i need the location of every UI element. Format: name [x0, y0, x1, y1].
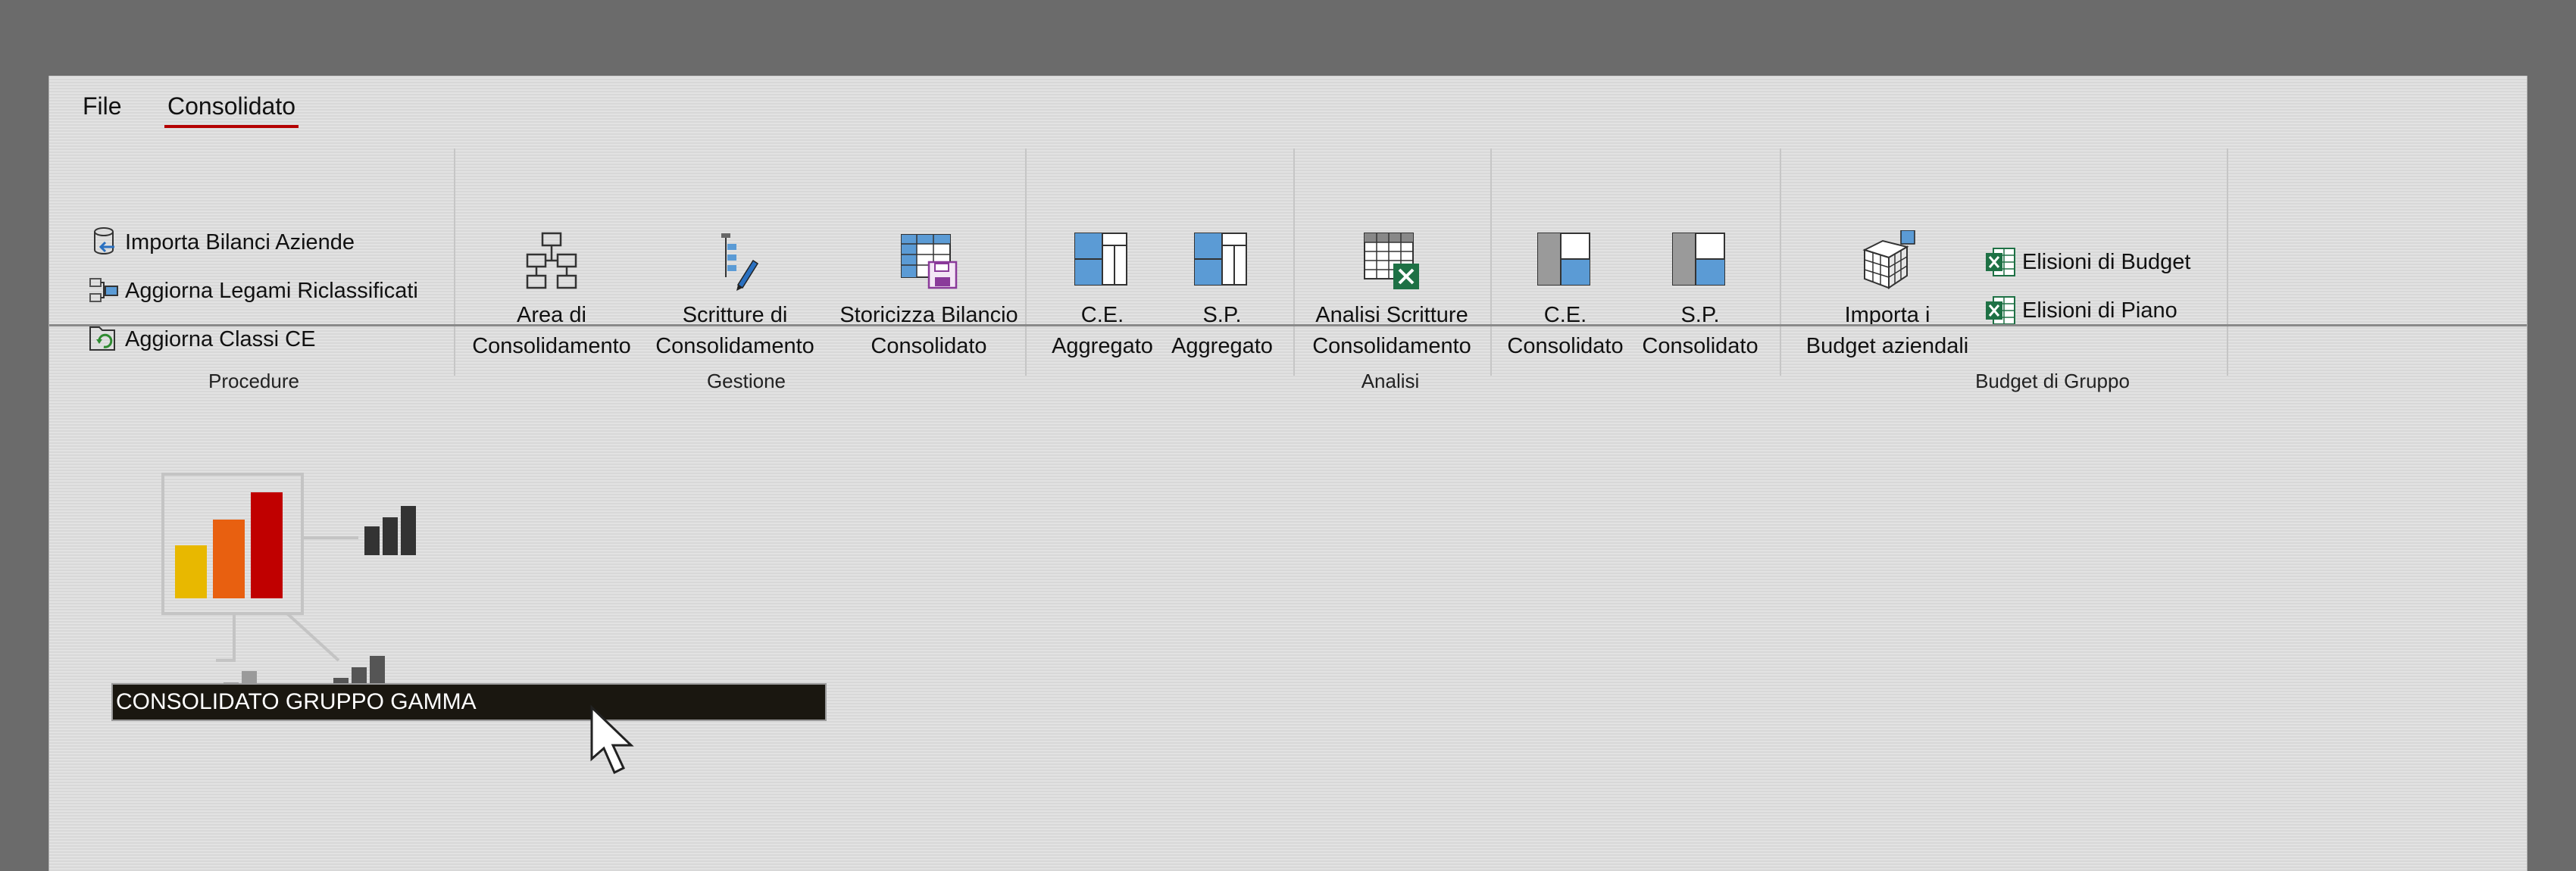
save-table-icon: [901, 234, 958, 289]
sp-aggregato-label: S.P. Aggregato: [1171, 303, 1273, 358]
sp-consolidato-label: S.P. Consolidato: [1642, 303, 1758, 358]
storicizza-bilancio-label: Storicizza Bilancio Consolidato: [839, 303, 1018, 358]
elisioni-budget-label: Elisioni di Budget: [2022, 249, 2191, 274]
separator: [1490, 148, 1492, 376]
aggregated-ce-icon: [1074, 233, 1127, 286]
aggiorna-classi-label: Aggiorna Classi CE: [125, 326, 316, 351]
analisi-scritture-label: Analisi Scritture Consolidamento: [1312, 303, 1471, 358]
journal-edit-icon: [721, 233, 759, 291]
ribbon-tabs: File Consolidato: [49, 76, 2527, 136]
import-database-icon: [94, 227, 114, 254]
group-label-budget: Budget di Gruppo: [1975, 370, 2130, 392]
ribbon: Importa Bilanci Aziende Aggiorna Legami …: [54, 141, 2522, 398]
ribbon-divider: [49, 324, 2527, 326]
importa-bilanci-label: Importa Bilanci Aziende: [125, 229, 355, 254]
separator: [454, 148, 455, 376]
tab-consolidato[interactable]: Consolidato: [164, 92, 299, 128]
refresh-classes-icon: [89, 326, 115, 351]
separator: [1293, 148, 1295, 376]
bar-mini: [364, 526, 380, 555]
importa-bilanci-aziende-button[interactable]: Importa Bilanci Aziende: [87, 221, 355, 264]
sp-consolidato-button[interactable]: S.P. Consolidato: [1636, 224, 1765, 362]
excel-icon: [1986, 296, 2015, 325]
connector-line: [286, 612, 340, 662]
update-links-icon: [89, 278, 118, 302]
group-label-gestione: Gestione: [706, 370, 786, 392]
storicizza-bilancio-button[interactable]: Storicizza Bilancio Consolidato: [827, 224, 1031, 362]
importa-budget-button[interactable]: Importa i Budget aziendali: [1796, 224, 1978, 362]
elisioni-budget-button[interactable]: Elisioni di Budget: [1984, 241, 2190, 283]
elisioni-piano-label: Elisioni di Piano: [2022, 298, 2177, 323]
ce-consolidato-button[interactable]: C.E. Consolidato: [1501, 224, 1630, 362]
aggiorna-legami-button[interactable]: Aggiorna Legami Riclassificati: [87, 270, 418, 312]
app-window: File Consolidato Importa Bilanci Aziende…: [48, 76, 2528, 871]
separator: [2227, 148, 2228, 376]
bar-orange: [213, 520, 245, 598]
bar-mini: [401, 506, 416, 555]
bar-red: [251, 492, 283, 598]
ce-aggregato-label: C.E. Aggregato: [1052, 303, 1153, 358]
ce-aggregato-button[interactable]: C.E. Aggregato: [1042, 224, 1163, 362]
tab-file[interactable]: File: [80, 92, 125, 125]
consolidated-sp-icon: [1672, 233, 1725, 286]
mouse-cursor-icon: [590, 704, 634, 775]
group-label-analisi: Analisi: [1361, 370, 1420, 392]
consolidated-ce-icon: [1537, 233, 1590, 286]
aggregated-sp-icon: [1194, 233, 1247, 286]
area-consolidamento-button[interactable]: Area di Consolidamento: [467, 224, 636, 362]
importa-budget-label: Importa i Budget aziendali: [1805, 303, 1969, 358]
analisi-scritture-button[interactable]: Analisi Scritture Consolidamento: [1301, 224, 1483, 362]
group-label-procedure: Procedure: [208, 370, 299, 392]
connector-line: [216, 613, 236, 662]
separator: [1025, 148, 1027, 376]
sp-aggregato-button[interactable]: S.P. Aggregato: [1161, 224, 1283, 362]
bar-yellow: [175, 545, 207, 598]
ce-consolidato-label: C.E. Consolidato: [1507, 303, 1624, 358]
excel-icon: [1986, 248, 2015, 276]
area-consolidamento-label: Area di Consolidamento: [472, 303, 631, 358]
cube-import-icon: [1862, 230, 1915, 289]
scritture-consolidamento-button[interactable]: Scritture di Consolidamento: [651, 224, 819, 362]
aggiorna-legami-label: Aggiorna Legami Riclassificati: [125, 278, 418, 303]
org-chart-icon: [526, 232, 577, 289]
consolidation-graphic: [161, 473, 416, 716]
scritture-consolidamento-label: Scritture di Consolidamento: [655, 303, 814, 358]
excel-table-icon: [1364, 233, 1419, 289]
separator: [1780, 148, 1781, 376]
bar-mini: [383, 517, 398, 555]
company-name-field[interactable]: CONSOLIDATO GRUPPO GAMMA: [111, 683, 827, 721]
